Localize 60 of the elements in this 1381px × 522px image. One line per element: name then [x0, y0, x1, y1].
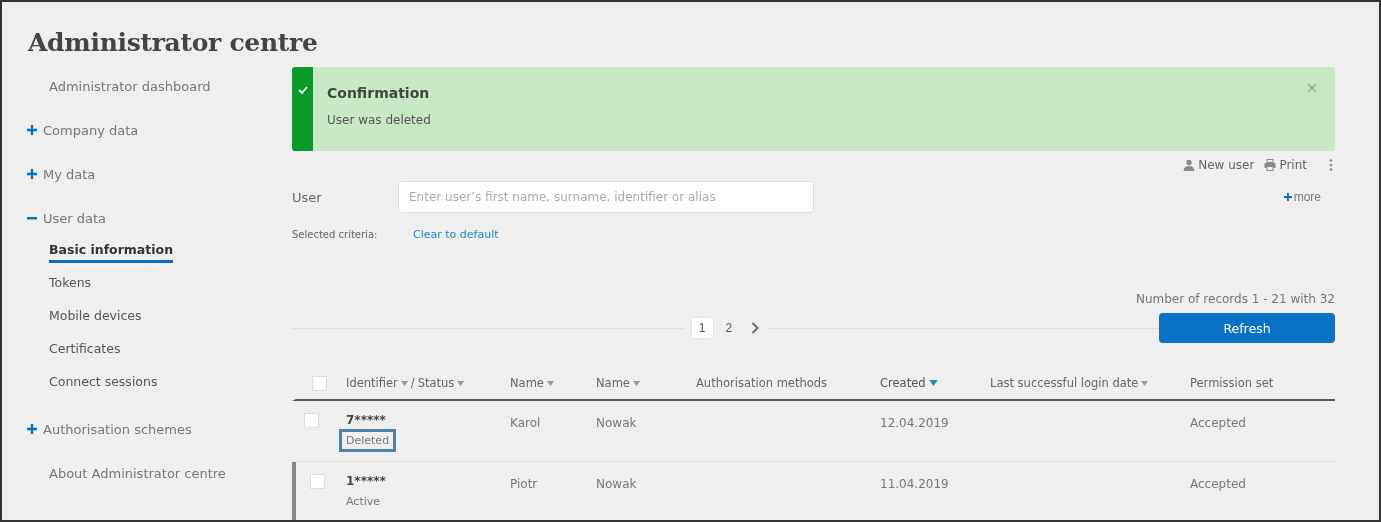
next-page-icon[interactable]	[751, 322, 760, 334]
sidebar-item[interactable]: Basic information	[49, 241, 174, 263]
user-identifier: 7*****	[346, 413, 386, 427]
table-cell-text: Accepted	[1190, 476, 1247, 491]
sidebar-item[interactable]: Administrator dashboard	[49, 78, 211, 94]
sidebar-item[interactable]: Connect sessions	[49, 373, 158, 395]
sidebar-item[interactable]: Mobile devices	[49, 307, 142, 329]
table-cell-text: Nowak	[596, 415, 638, 430]
table-row[interactable]: 1***** Active Piotr Nowak 11.04.2019 Accepted	[292, 462, 1335, 520]
expand-icon[interactable]	[27, 125, 37, 135]
table-cell-text: Accepted	[1190, 415, 1247, 430]
sidebar-item[interactable]: Tokens	[49, 274, 92, 296]
sidebar-group[interactable]: My data	[43, 166, 96, 182]
refresh-button[interactable]: Refresh	[1159, 313, 1335, 343]
column-header[interactable]: Identifier	[346, 376, 398, 390]
column-header[interactable]: Name	[510, 376, 544, 390]
check-icon	[297, 85, 308, 95]
sidebar-item[interactable]: Certificates	[49, 340, 121, 362]
person-icon	[1183, 159, 1196, 171]
column-header: Permission set	[1190, 376, 1274, 390]
table-cell-text: Piotr	[510, 476, 539, 491]
table-row[interactable]: 7***** Deleted Karol Nowak 12.04.2019 Accepted	[292, 401, 1335, 462]
table-cell-text: Karol	[510, 415, 542, 430]
select-all-checkbox[interactable]	[312, 375, 327, 391]
expand-icon[interactable]	[27, 169, 37, 179]
more-options-icon[interactable]	[1329, 159, 1333, 171]
banner-message: User was deleted	[327, 113, 432, 127]
sidebar-group[interactable]: Authorisation schemes	[43, 421, 192, 437]
row-checkbox[interactable]	[304, 413, 319, 428]
table-cell-text: Nowak	[596, 476, 638, 491]
plus-icon	[1283, 193, 1292, 201]
sidebar-group[interactable]: Company data	[43, 122, 139, 138]
criteria-label: Selected criteria:	[292, 228, 379, 240]
records-count: Number of records 1 - 21 with 32	[1134, 292, 1335, 306]
page-button[interactable]: 2	[718, 318, 740, 338]
row-checkbox[interactable]	[310, 474, 325, 489]
header-separator: /	[410, 376, 415, 390]
highlighted-status: Deleted	[339, 429, 397, 452]
column-header[interactable]: Name	[596, 376, 630, 390]
column-header[interactable]: Created	[880, 376, 926, 390]
user-status: Active	[345, 494, 382, 510]
table-cell-text: 11.04.2019	[880, 476, 950, 491]
sidebar-item[interactable]: About Administrator centre	[49, 465, 226, 481]
column-header[interactable]: Last successful login date	[990, 376, 1139, 390]
more-link[interactable]: more	[1283, 190, 1321, 204]
clear-link[interactable]: Clear to default	[413, 227, 499, 241]
search-field[interactable]: Enter user’s first name, surname, identifier or alias	[398, 181, 814, 213]
page-button[interactable]: 1	[691, 318, 713, 338]
sidebar-group[interactable]: User data	[43, 210, 107, 226]
expand-icon[interactable]	[27, 424, 37, 434]
field-label: User	[292, 189, 323, 205]
new-user-button[interactable]: New user	[1183, 158, 1255, 172]
column-header[interactable]: Status	[417, 376, 455, 390]
banner-title: Confirmation	[327, 85, 431, 101]
column-header: Authorisation methods	[696, 376, 828, 390]
table-cell-text: 12.04.2019	[880, 415, 950, 430]
print-button[interactable]: Print	[1264, 158, 1307, 172]
page-title: Administrator centre	[28, 28, 319, 57]
printer-icon	[1264, 159, 1277, 171]
user-identifier: 1*****	[346, 474, 386, 488]
